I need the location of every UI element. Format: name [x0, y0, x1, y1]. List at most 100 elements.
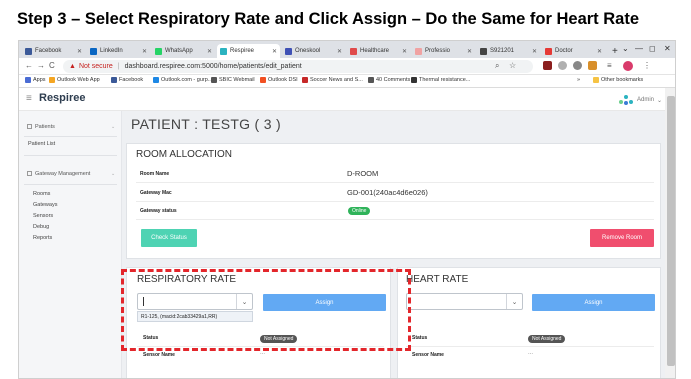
bookmark-item[interactable]: Outlook.com - gurp... — [153, 77, 212, 83]
room-allocation-card: ROOM ALLOCATION Room Name D-ROOM Gateway… — [126, 143, 661, 259]
bookmark-icon — [368, 77, 374, 83]
brand-dots-icon — [619, 95, 633, 105]
minimize-button[interactable]: — — [635, 44, 643, 53]
bookmark-label: Outlook.com - gurp... — [161, 77, 213, 83]
respiratory-assign-button[interactable]: Assign — [263, 294, 386, 311]
bookmark-item[interactable]: 40 Comments — [368, 77, 410, 83]
respiratory-sensor-select[interactable]: ⌄ — [137, 293, 253, 310]
tab-label: Professio — [425, 48, 451, 54]
star-icon[interactable]: ☆ — [509, 61, 516, 70]
slide: Step 3 – Select Respiratory Rate and Cli… — [0, 0, 691, 379]
browser-tab[interactable]: Healthcare ✕ — [347, 44, 410, 58]
bookmark-icon — [25, 77, 31, 83]
respiratory-sensor-name-value: ... — [260, 350, 266, 356]
bookmark-item[interactable]: Apps — [25, 77, 46, 83]
browser-screenshot: Facebook ✕ LinkedIn ✕ WhatsApp ✕ Respiree ✕ Ones… — [18, 40, 676, 379]
bookmark-label: Outlook Web App — [57, 77, 100, 83]
sidebar-item-gateway-management[interactable]: Gateway Management — [27, 171, 90, 177]
bookmark-item[interactable]: Outlook DSI — [260, 77, 298, 83]
browser-tab[interactable]: Respiree ✕ — [217, 44, 280, 58]
respiratory-sensor-option[interactable]: R1-125, (macid:2cab33429a1,RR) — [137, 311, 253, 322]
browser-tab[interactable]: Doctor ✕ — [542, 44, 605, 58]
tab-label: S921201 — [490, 48, 515, 54]
heart-assign-button[interactable]: Assign — [532, 294, 655, 311]
brand-logo-text[interactable]: Respiree — [39, 92, 85, 104]
close-tab-icon[interactable]: ✕ — [597, 48, 602, 55]
chevron-down-icon: ⌄ — [111, 171, 116, 177]
close-tab-icon[interactable]: ✕ — [467, 48, 472, 55]
slide-title: Step 3 – Select Respiratory Rate and Cli… — [17, 10, 640, 28]
close-tab-icon[interactable]: ✕ — [337, 48, 342, 55]
url-field[interactable]: ▲ Not secure | dashboard.respiree.com:50… — [63, 60, 533, 73]
browser-tab[interactable]: Oneskool ✕ — [282, 44, 345, 58]
close-tab-icon[interactable]: ✕ — [77, 48, 82, 55]
scrollbar-thumb[interactable] — [667, 96, 675, 366]
sidebar-item-rooms[interactable]: Rooms — [33, 191, 50, 197]
back-icon[interactable]: ← — [25, 61, 33, 70]
tab-label: WhatsApp — [165, 48, 193, 54]
close-tab-icon[interactable]: ✕ — [142, 48, 147, 55]
menu-kebab-icon[interactable]: ⋮ — [643, 61, 651, 70]
close-tab-icon[interactable]: ✕ — [402, 48, 407, 55]
bookmarks-bar: Apps Outlook Web App Facebook Outlook.com -… — [19, 75, 675, 88]
profile-avatar[interactable] — [623, 61, 633, 71]
heart-status-label: Status — [412, 335, 428, 341]
forward-icon[interactable]: → — [37, 61, 45, 70]
browser-tab[interactable]: LinkedIn ✕ — [87, 44, 150, 58]
bookmark-label: Facebook — [119, 77, 144, 83]
bookmark-label: Other bookmarks — [601, 77, 644, 83]
check-status-button[interactable]: Check Status — [141, 229, 197, 247]
extension-icon-2[interactable] — [558, 61, 567, 70]
browser-tab[interactable]: Facebook ✕ — [22, 44, 85, 58]
chevron-down-icon[interactable]: ⌄ — [506, 294, 522, 309]
sidebar-item-debug[interactable]: Debug — [33, 224, 49, 230]
close-tab-icon[interactable]: ✕ — [272, 48, 277, 55]
tab-label: Oneskool — [295, 48, 321, 54]
tab-favicon-icon — [25, 47, 32, 55]
bookmark-item[interactable]: Facebook — [111, 77, 143, 83]
bookmark-item[interactable]: Other bookmarks — [593, 77, 643, 83]
user-menu[interactable]: Admin ⌄ — [619, 95, 662, 105]
sidebar-item-patients[interactable]: Patients — [27, 124, 55, 130]
extension-icon-1[interactable] — [543, 61, 552, 70]
gateway-status-badge: Online — [348, 207, 371, 215]
sidebar: Patients ⌄ Patient List Gateway Manageme… — [19, 111, 122, 378]
new-tab-button[interactable]: + — [609, 44, 618, 58]
bookmark-item[interactable]: Soccer News and S... — [302, 77, 363, 83]
page-scrollbar[interactable] — [665, 88, 675, 378]
tab-search-icon[interactable]: ⌄ — [622, 44, 629, 53]
browser-tab[interactable]: Professio ✕ — [412, 44, 475, 58]
sidebar-item-sensors[interactable]: Sensors — [33, 213, 53, 219]
queue-icon[interactable]: ≡ — [607, 61, 612, 70]
tab-label: Respiree — [230, 48, 255, 54]
sidebar-item-gateways[interactable]: Gateways — [33, 202, 57, 208]
bookmark-item[interactable]: Thermal resistance... — [411, 77, 470, 83]
close-window-button[interactable]: ✕ — [664, 44, 671, 53]
text-cursor — [143, 297, 144, 306]
chevron-down-icon[interactable]: ⌄ — [236, 294, 252, 309]
bookmarks-more[interactable]: » — [577, 77, 580, 83]
respiratory-status-label: Status — [143, 335, 159, 341]
heart-rate-card: HEART RATE ⌄ Assign Status Not Assigned … — [397, 267, 661, 378]
maximize-button[interactable]: ◻ — [649, 44, 656, 53]
bookmark-item[interactable]: SBIC Webmail — [211, 77, 255, 83]
remove-room-button[interactable]: Remove Room — [590, 229, 654, 247]
bookmark-icon — [302, 77, 308, 83]
heart-sensor-select[interactable]: ⌄ — [406, 293, 523, 310]
hamburger-icon[interactable]: ≡ — [26, 93, 32, 104]
reload-icon[interactable]: C — [49, 61, 55, 70]
respiratory-rate-title: RESPIRATORY RATE — [137, 274, 237, 285]
extension-icon-4[interactable] — [588, 61, 597, 70]
close-tab-icon[interactable]: ✕ — [207, 48, 212, 55]
extension-icon-3[interactable] — [573, 61, 582, 70]
bookmark-item[interactable]: Outlook Web App — [49, 77, 100, 83]
browser-tab[interactable]: WhatsApp ✕ — [152, 44, 215, 58]
zoom-icon[interactable]: ⌕ — [495, 61, 499, 71]
close-tab-icon[interactable]: ✕ — [532, 48, 537, 55]
tab-favicon-icon — [155, 47, 162, 55]
divider — [24, 184, 117, 185]
divider — [24, 155, 117, 156]
sidebar-item-patient-list[interactable]: Patient List — [28, 141, 55, 147]
sidebar-item-reports[interactable]: Reports — [33, 235, 52, 241]
browser-tab[interactable]: S921201 ✕ — [477, 44, 540, 58]
